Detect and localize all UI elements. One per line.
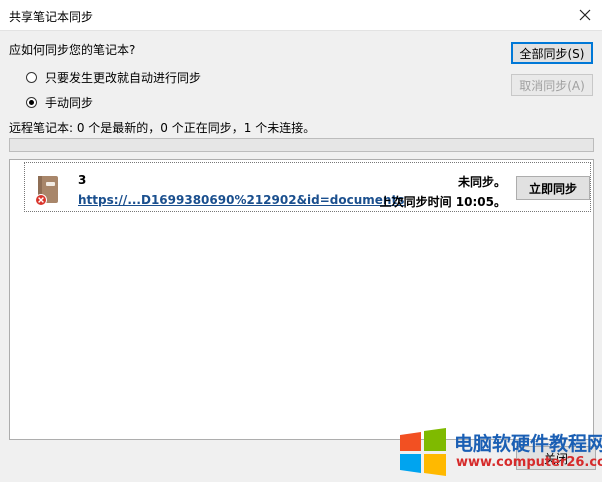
close-icon <box>579 9 591 21</box>
window-title: 共享笔记本同步 <box>9 10 94 24</box>
cancel-sync-button[interactable]: 取消同步(A) <box>511 74 593 96</box>
option-manual-sync[interactable]: 手动同步 <box>26 94 93 111</box>
sync-status-text: 远程笔记本: 0 个是最新的，0 个正在同步，1 个未连接。 <box>9 121 316 135</box>
radio-auto-sync[interactable] <box>26 72 37 83</box>
sync-question: 应如何同步您的笔记本? <box>9 43 136 57</box>
sync-progress-bar <box>9 138 594 152</box>
notebook-last-sync: 上次同步时间 10:05。 <box>379 195 506 209</box>
title-bar: 共享笔记本同步 <box>0 0 602 31</box>
watermark-url: www.computer26.com <box>456 455 602 470</box>
watermark-title: 电脑软硬件教程网 <box>454 433 602 455</box>
option-manual-sync-label: 手动同步 <box>45 96 94 110</box>
radio-manual-sync[interactable] <box>26 97 37 108</box>
windows-logo-icon <box>400 428 446 476</box>
sync-now-button[interactable]: 立即同步 <box>516 176 590 200</box>
notebook-url-link[interactable]: https://...D1699380690%212902&id=documen… <box>78 193 404 207</box>
option-auto-sync[interactable]: 只要发生更改就自动进行同步 <box>26 69 201 86</box>
option-auto-sync-label: 只要发生更改就自动进行同步 <box>45 71 202 85</box>
notebook-list[interactable]: 3 https://...D1699380690%212902&id=docum… <box>9 159 594 440</box>
notebook-row[interactable]: 3 https://...D1699380690%212902&id=docum… <box>24 162 591 212</box>
sync-all-button[interactable]: 全部同步(S) <box>511 42 593 64</box>
notebook-sync-state: 未同步。 <box>457 175 506 189</box>
notebook-name: 3 <box>78 173 87 187</box>
notebook-error-icon <box>35 176 58 206</box>
window-close-button[interactable] <box>568 0 602 30</box>
watermark: 电脑软硬件教程网 www.computer26.com <box>396 427 602 479</box>
